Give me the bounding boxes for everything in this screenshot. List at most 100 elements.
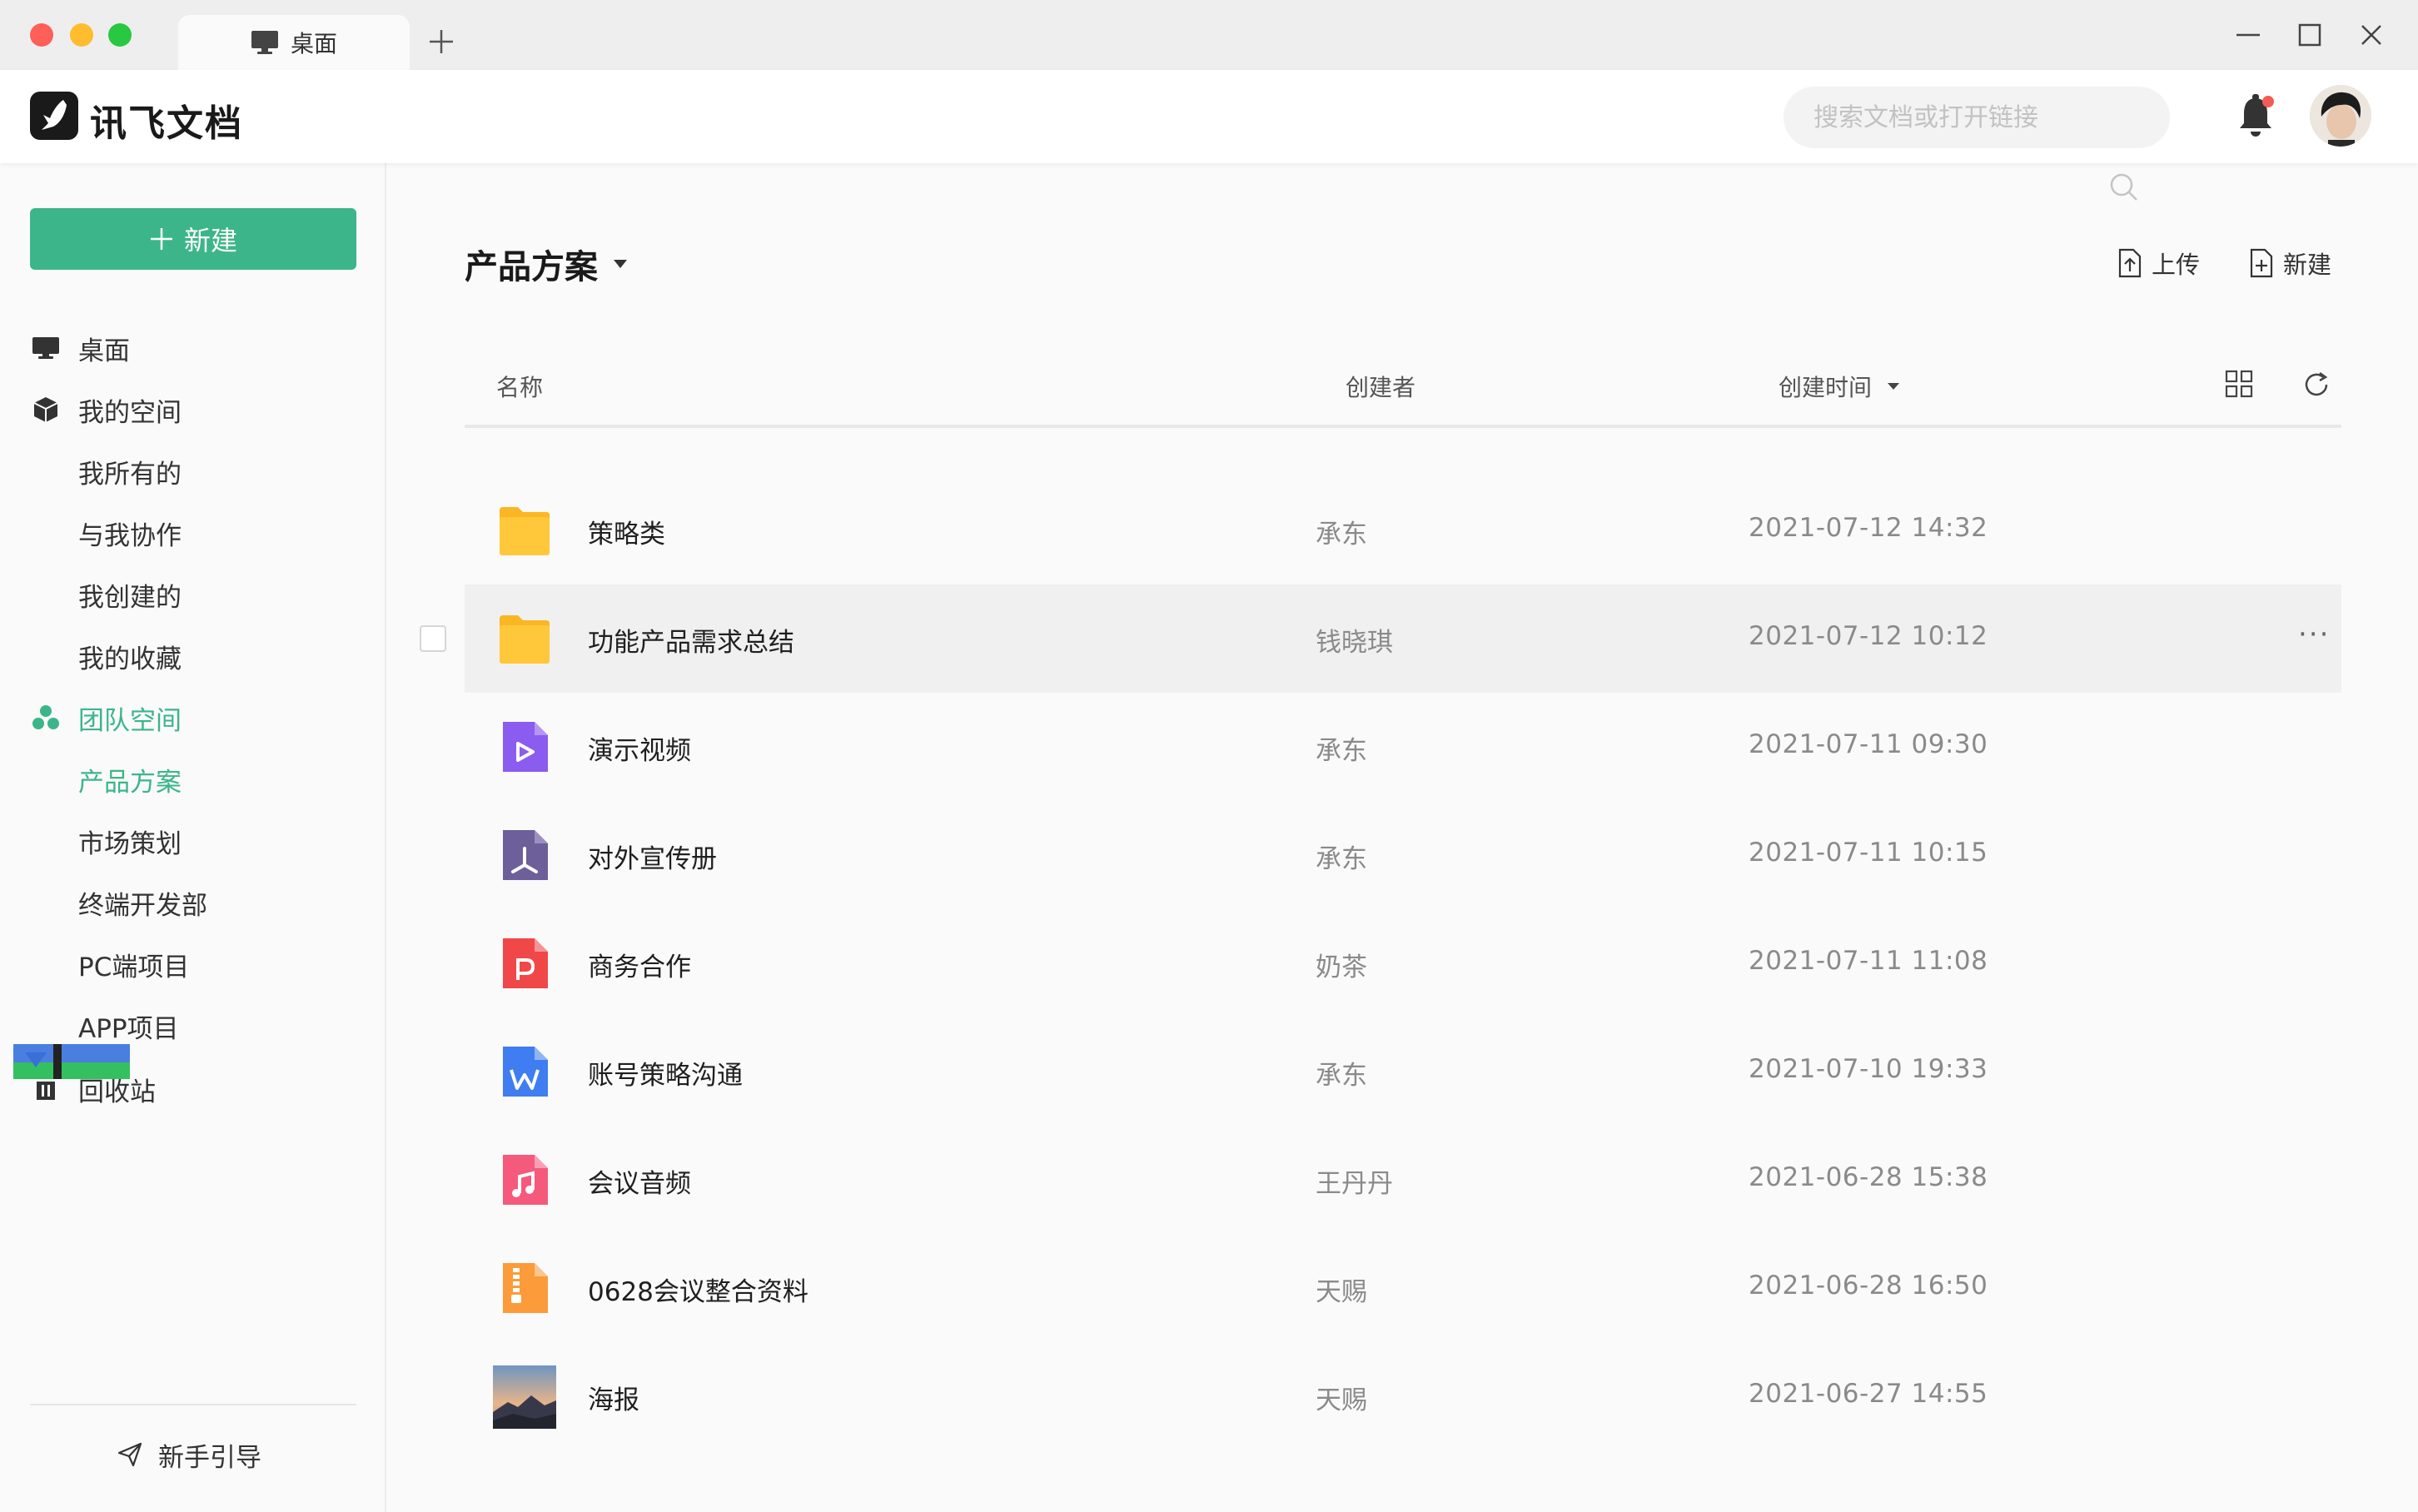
- file-created-time: 2021-07-12 10:12: [1749, 621, 1988, 651]
- plus-icon: [150, 228, 172, 250]
- new-file-icon: [2250, 248, 2273, 278]
- sidebar-item-favorites[interactable]: 我的收藏: [0, 629, 385, 683]
- file-created-time: 2021-07-11 10:15: [1749, 838, 1988, 868]
- sidebar-item-team-space[interactable]: 团队空间: [0, 691, 385, 744]
- guide-label: 新手引导: [158, 1442, 261, 1473]
- sidebar-item-my-space[interactable]: 我的空间: [0, 383, 385, 436]
- title-bar: 桌面: [0, 0, 2418, 70]
- sidebar-item-desktop[interactable]: 桌面: [0, 321, 385, 375]
- avatar-image: [2310, 85, 2371, 147]
- file-name: 会议音频: [588, 1169, 691, 1199]
- sidebar: 新建 桌面 我的空间 我所有的 与我协作 我创建的 我的收藏 团队空间 产品方案…: [0, 163, 386, 1512]
- new-file-button[interactable]: 新建: [2248, 246, 2331, 280]
- search-icon[interactable]: [2108, 172, 2140, 203]
- sidebar-item-label: 桌面: [78, 336, 130, 366]
- sidebar-item-pc-project[interactable]: PC端项目: [0, 938, 385, 991]
- sidebar-item-label: 我的收藏: [78, 644, 182, 674]
- upload-button[interactable]: 上传: [2117, 246, 2200, 280]
- minimize-icon[interactable]: [2231, 18, 2265, 52]
- sidebar-item-label: PC端项目: [78, 952, 190, 982]
- zoom-window-button[interactable]: [108, 23, 132, 47]
- file-name: 0628会议整合资料: [588, 1277, 808, 1307]
- upload-file-icon: [2118, 248, 2142, 278]
- file-creator: 奶茶: [1316, 952, 1367, 982]
- column-header-created-sort[interactable]: 创建时间: [1779, 370, 1900, 403]
- desktop-icon: [251, 31, 278, 54]
- search-box[interactable]: [1784, 87, 2170, 148]
- add-tab-icon[interactable]: [425, 25, 458, 58]
- bird-logo-icon: [42, 100, 67, 130]
- table-row[interactable]: 0628会议整合资料 天赐 2021-06-28 16:50: [465, 1234, 2341, 1342]
- pdf-file-icon: [503, 830, 548, 880]
- more-options-icon[interactable]: ···: [2298, 618, 2330, 651]
- trash-icon: [37, 1082, 55, 1100]
- zip-file-icon: [503, 1263, 548, 1313]
- file-created-time: 2021-07-10 19:33: [1749, 1054, 1988, 1084]
- header-divider: [465, 425, 2341, 428]
- file-creator: 天赐: [1316, 1385, 1367, 1415]
- minimize-window-button[interactable]: [70, 23, 93, 47]
- table-row[interactable]: 功能产品需求总结 钱晓琪 2021-07-12 10:12 ···: [465, 584, 2341, 693]
- file-name: 功能产品需求总结: [588, 628, 794, 658]
- app-logo[interactable]: [30, 92, 78, 140]
- file-name: 商务合作: [588, 952, 691, 982]
- notification-bell-icon[interactable]: [2236, 92, 2275, 142]
- table-row[interactable]: 账号策略沟通 承东 2021-07-10 19:33: [465, 1017, 2341, 1126]
- table-row[interactable]: 对外宣传册 承东 2021-07-11 10:15: [465, 801, 2341, 909]
- file-creator: 承东: [1316, 1061, 1367, 1091]
- file-created-time: 2021-06-28 16:50: [1749, 1271, 1988, 1301]
- sidebar-item-label: 产品方案: [78, 767, 182, 798]
- folder-title-dropdown[interactable]: 产品方案: [465, 240, 628, 288]
- column-header-creator[interactable]: 创建者: [1346, 370, 1415, 403]
- table-row[interactable]: 商务合作 奶茶 2021-07-11 11:08: [465, 909, 2341, 1017]
- file-creator: 天赐: [1316, 1277, 1367, 1307]
- file-name: 海报: [588, 1385, 639, 1415]
- table-row[interactable]: 海报 天赐 2021-06-27 14:55: [465, 1342, 2341, 1450]
- sidebar-item-product-plan[interactable]: 产品方案: [0, 753, 385, 806]
- file-name: 策略类: [588, 520, 665, 550]
- grid-view-icon[interactable]: [2225, 370, 2253, 398]
- sidebar-item-mine[interactable]: 我所有的: [0, 445, 385, 498]
- sidebar-item-shared-with-me[interactable]: 与我协作: [0, 506, 385, 560]
- file-name: 账号策略沟通: [588, 1061, 743, 1091]
- cube-icon: [33, 397, 58, 422]
- sidebar-item-label: 终端开发部: [78, 890, 207, 921]
- user-avatar[interactable]: [2310, 85, 2371, 147]
- desktop-icon: [32, 337, 59, 359]
- main-content: 产品方案 上传 新建 名称 创建者 创建时间 策略类 承东 2021-07-12…: [386, 163, 2418, 1512]
- paper-plane-icon: [117, 1442, 142, 1467]
- page-title: 产品方案: [465, 248, 598, 286]
- ppt-file-icon: [503, 938, 548, 988]
- table-row[interactable]: 策略类 承东 2021-07-12 14:32: [465, 476, 2341, 584]
- file-name: 对外宣传册: [588, 844, 717, 874]
- close-window-button[interactable]: [30, 23, 53, 47]
- file-created-time: 2021-06-27 14:55: [1749, 1379, 1988, 1409]
- row-checkbox[interactable]: [420, 625, 446, 652]
- table-row[interactable]: 演示视频 承东 2021-07-11 09:30: [465, 693, 2341, 801]
- folder-icon: [500, 615, 550, 664]
- search-input[interactable]: [1813, 87, 2113, 148]
- new-button[interactable]: 新建: [30, 208, 356, 270]
- maximize-icon[interactable]: [2293, 18, 2326, 52]
- sidebar-item-label: 团队空间: [78, 705, 182, 736]
- audio-file-icon: [503, 1155, 548, 1205]
- file-created-time: 2021-07-11 09:30: [1749, 729, 1988, 759]
- sidebar-divider: [30, 1404, 356, 1405]
- column-header-name[interactable]: 名称: [496, 370, 543, 403]
- sidebar-item-marketing[interactable]: 市场策划: [0, 814, 385, 868]
- file-created-time: 2021-07-12 14:32: [1749, 513, 1988, 543]
- file-name: 演示视频: [588, 736, 691, 766]
- tab-label: 桌面: [290, 30, 337, 57]
- tab-desktop[interactable]: 桌面: [178, 15, 410, 70]
- table-row[interactable]: 会议音频 王丹丹 2021-06-28 15:38: [465, 1126, 2341, 1234]
- close-icon[interactable]: [2355, 18, 2388, 52]
- app-header: 讯飞文档: [0, 70, 2418, 201]
- file-created-time: 2021-07-11 11:08: [1749, 946, 1988, 976]
- sidebar-item-created-by-me[interactable]: 我创建的: [0, 568, 385, 621]
- sidebar-item-label: 我的空间: [78, 397, 182, 428]
- beginner-guide-link[interactable]: 新手引导: [117, 1434, 261, 1475]
- sidebar-item-terminal-dev[interactable]: 终端开发部: [0, 876, 385, 929]
- refresh-icon[interactable]: [2301, 370, 2331, 400]
- file-creator: 钱晓琪: [1316, 628, 1393, 658]
- upload-label: 上传: [2152, 251, 2201, 279]
